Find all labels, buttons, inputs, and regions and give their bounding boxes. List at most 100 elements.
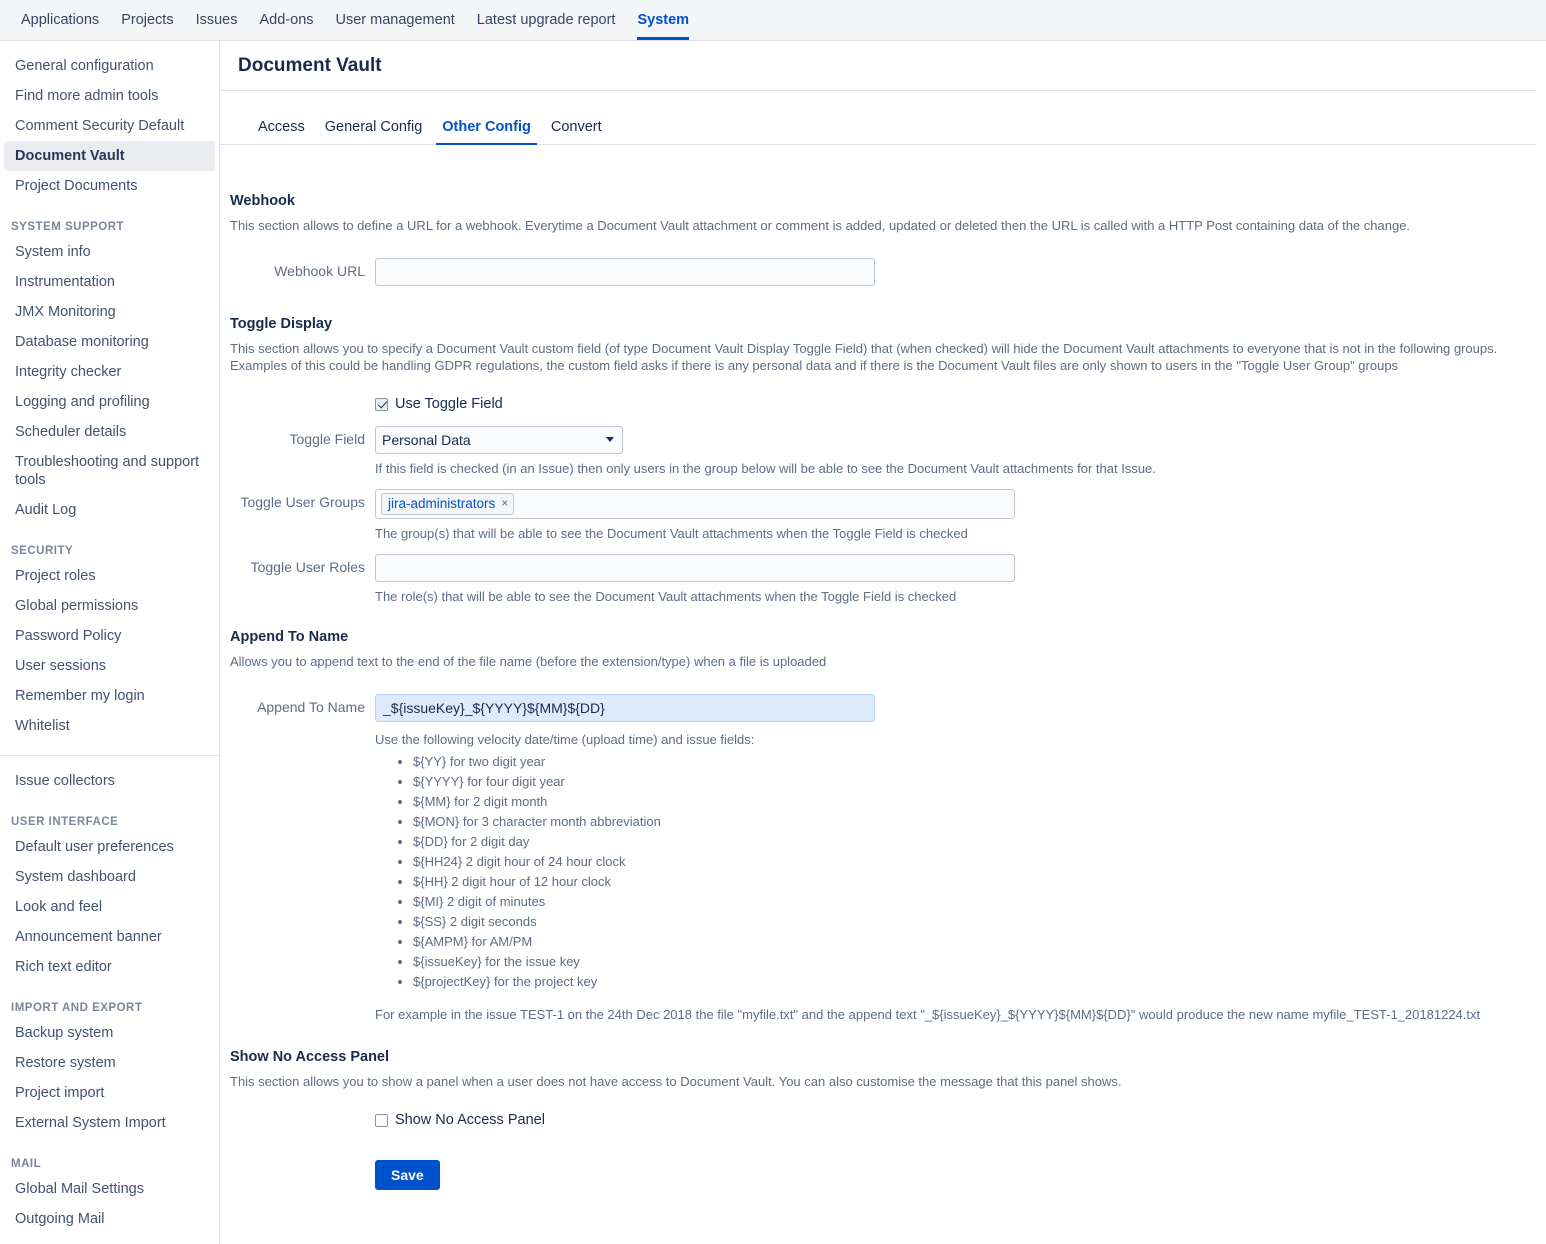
show-no-access-panel-checkbox[interactable] <box>375 1113 388 1127</box>
topnav-item-projects[interactable]: Projects <box>110 0 184 40</box>
sidebar-item-scheduler-details[interactable]: Scheduler details <box>4 417 215 447</box>
sidebar-item-document-vault[interactable]: Document Vault <box>4 141 215 171</box>
topnav-item-add-ons[interactable]: Add-ons <box>249 0 325 40</box>
config-tab-bar: Access General Config Other Config Conve… <box>220 113 1536 145</box>
use-toggle-field-label: Use Toggle Field <box>395 396 503 412</box>
use-toggle-field-row[interactable]: Use Toggle Field <box>375 396 1546 412</box>
list-item: ${HH24} 2 digit hour of 24 hour clock <box>413 852 1546 872</box>
sidebar-item-system-info[interactable]: System info <box>4 237 215 267</box>
sidebar-item-label: System dashboard <box>15 869 136 885</box>
sidebar-item-project-import[interactable]: Project import <box>4 1078 215 1108</box>
sidebar-item-project-roles[interactable]: Project roles <box>4 561 215 591</box>
topnav-item-user-management[interactable]: User management <box>325 0 466 40</box>
sidebar-item-find-more-admin-tools[interactable]: Find more admin tools <box>4 81 215 111</box>
sidebar-item-whitelist[interactable]: Whitelist <box>4 711 215 741</box>
sidebar-item-label: Global permissions <box>15 598 139 614</box>
sidebar-item-label: Find more admin tools <box>15 88 159 104</box>
tab-general-config[interactable]: General Config <box>315 113 433 144</box>
save-button[interactable]: Save <box>375 1160 440 1190</box>
sidebar-item-comment-security-default[interactable]: Comment Security Default <box>4 111 215 141</box>
sidebar-item-audit-log[interactable]: Audit Log <box>4 495 215 525</box>
section-description-show-no-access-panel: This section allows you to show a panel … <box>230 1074 1122 1089</box>
sidebar-item-announcement-banner[interactable]: Announcement banner <box>4 922 215 952</box>
toggle-user-groups-label: Toggle User Groups <box>240 494 365 510</box>
topnav-item-applications[interactable]: Applications <box>10 0 110 40</box>
velocity-variable-list: ${YY} for two digit year ${YYYY} for fou… <box>375 752 1546 992</box>
toggle-field-label: Toggle Field <box>289 431 366 447</box>
sidebar-item-outgoing-mail[interactable]: Outgoing Mail <box>4 1204 215 1234</box>
sidebar-item-label: Password Policy <box>15 628 122 644</box>
sidebar-item-default-user-preferences[interactable]: Default user preferences <box>4 832 215 862</box>
tab-access[interactable]: Access <box>248 113 315 144</box>
sidebar-item-database-monitoring[interactable]: Database monitoring <box>4 327 215 357</box>
tab-other-config[interactable]: Other Config <box>432 113 541 145</box>
webhook-url-input[interactable] <box>375 258 875 286</box>
sidebar-item-system-dashboard[interactable]: System dashboard <box>4 862 215 892</box>
sidebar-item-user-sessions[interactable]: User sessions <box>4 651 215 681</box>
tab-convert[interactable]: Convert <box>541 113 612 144</box>
sidebar-item-password-policy[interactable]: Password Policy <box>4 621 215 651</box>
sidebar-item-look-and-feel[interactable]: Look and feel <box>4 892 215 922</box>
list-item: ${MM} for 2 digit month <box>413 792 1546 812</box>
topnav-label: System <box>637 12 690 28</box>
tab-label: General Config <box>324 119 423 135</box>
sidebar-item-label: Backup system <box>15 1025 114 1041</box>
sidebar-item-global-permissions[interactable]: Global permissions <box>4 591 215 621</box>
sidebar-item-issue-collectors[interactable]: Issue collectors <box>4 766 215 796</box>
sidebar-item-external-system-import[interactable]: External System Import <box>4 1108 215 1138</box>
topnav-label: Projects <box>121 12 174 28</box>
list-item: ${YYYY} for four digit year <box>413 772 1546 792</box>
sidebar-heading-mail: MAIL <box>11 1158 42 1170</box>
append-to-name-hint-intro: Use the following velocity date/time (up… <box>375 732 755 747</box>
sidebar-item-label: Announcement banner <box>15 929 162 945</box>
sidebar-item-instrumentation[interactable]: Instrumentation <box>4 267 215 297</box>
sidebar-item-project-documents[interactable]: Project Documents <box>4 171 215 201</box>
sidebar-item-backup-system[interactable]: Backup system <box>4 1018 215 1048</box>
sidebar-item-label: Whitelist <box>15 718 70 734</box>
topnav-item-issues[interactable]: Issues <box>185 0 249 40</box>
tab-label: Other Config <box>442 119 531 135</box>
main-content: Document Vault Access General Config Oth… <box>220 41 1546 1244</box>
sidebar-item-label: Project roles <box>15 568 96 584</box>
tab-label: Convert <box>550 119 602 135</box>
toggle-user-groups-input[interactable]: jira-administrators × <box>375 489 1015 519</box>
toggle-user-roles-hint: The role(s) that will be able to see the… <box>375 589 957 604</box>
toggle-field-select[interactable]: Personal Data <box>375 426 623 454</box>
sidebar-item-label: Issue collectors <box>15 773 115 789</box>
topnav-label: User management <box>335 12 455 28</box>
webhook-url-label: Webhook URL <box>274 263 365 279</box>
sidebar-item-label: Remember my login <box>15 688 145 704</box>
section-title-append-to-name: Append To Name <box>230 629 349 645</box>
show-no-access-panel-row[interactable]: Show No Access Panel <box>375 1112 1546 1128</box>
sidebar-item-label: Instrumentation <box>15 274 115 290</box>
toggle-user-roles-input[interactable] <box>375 554 1015 582</box>
append-to-name-label: Append To Name <box>257 699 365 715</box>
use-toggle-field-checkbox[interactable] <box>375 397 388 411</box>
group-token[interactable]: jira-administrators × <box>381 493 515 515</box>
sidebar-item-general-configuration[interactable]: General configuration <box>4 51 215 81</box>
topnav-item-latest-upgrade-report[interactable]: Latest upgrade report <box>466 0 627 40</box>
list-item: ${SS} 2 digit seconds <box>413 912 1546 932</box>
admin-sidebar: General configuration Find more admin to… <box>0 41 220 1244</box>
topnav-label: Applications <box>21 12 100 28</box>
topnav-item-system[interactable]: System <box>626 0 700 40</box>
sidebar-item-label: Scheduler details <box>15 424 127 440</box>
sidebar-item-jmx-monitoring[interactable]: JMX Monitoring <box>4 297 215 327</box>
sidebar-item-label: System info <box>15 244 91 260</box>
remove-token-icon[interactable]: × <box>501 495 508 512</box>
sidebar-item-restore-system[interactable]: Restore system <box>4 1048 215 1078</box>
sidebar-heading-import-and-export: IMPORT AND EXPORT <box>11 1002 143 1014</box>
sidebar-item-logging-and-profiling[interactable]: Logging and profiling <box>4 387 215 417</box>
group-token-label: jira-administrators <box>388 496 496 511</box>
sidebar-item-rich-text-editor[interactable]: Rich text editor <box>4 952 215 982</box>
append-to-name-input[interactable] <box>375 694 875 722</box>
section-title-webhook: Webhook <box>230 193 295 209</box>
sidebar-item-global-mail-settings[interactable]: Global Mail Settings <box>4 1174 215 1204</box>
list-item: ${MI} 2 digit of minutes <box>413 892 1546 912</box>
list-item: ${AMPM} for AM/PM <box>413 932 1546 952</box>
sidebar-item-integrity-checker[interactable]: Integrity checker <box>4 357 215 387</box>
sidebar-item-remember-my-login[interactable]: Remember my login <box>4 681 215 711</box>
sidebar-item-troubleshooting-and-support-tools[interactable]: Troubleshooting and support tools <box>4 447 215 495</box>
sidebar-item-label: External System Import <box>15 1115 166 1131</box>
sidebar-item-label: Outgoing Mail <box>15 1211 105 1227</box>
